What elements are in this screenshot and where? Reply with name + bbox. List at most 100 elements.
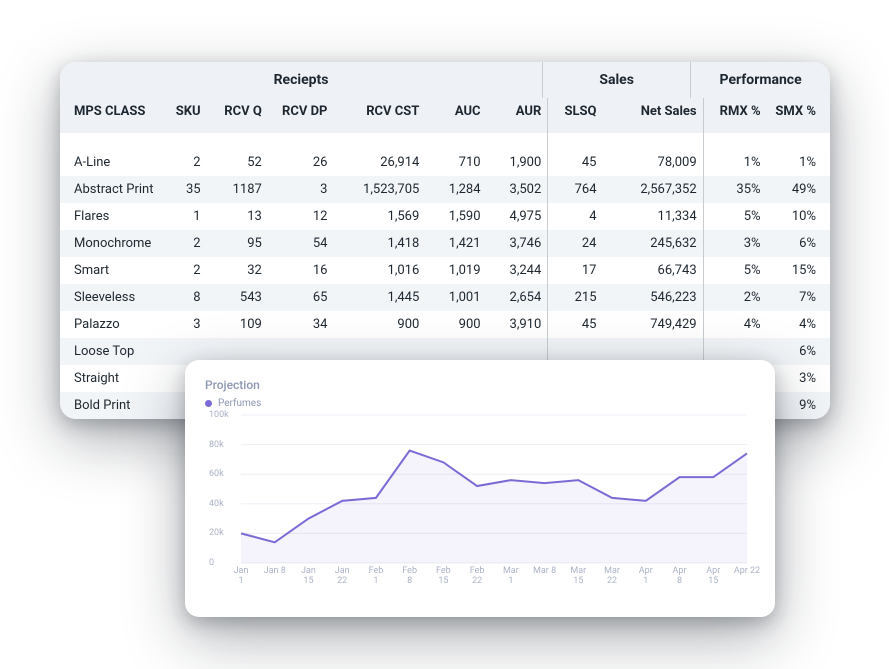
cell-sku: 8 <box>163 284 207 311</box>
x-tick-label: Apr 15 <box>698 567 728 587</box>
y-tick-label: 20k <box>209 528 224 538</box>
cell-rcvdp: 3 <box>268 176 334 203</box>
cell-auc: 710 <box>425 133 486 176</box>
header-mps-class[interactable]: MPS CLASS <box>60 98 163 133</box>
cell-auc: 1,019 <box>425 257 486 284</box>
cell-rcvcst: 26,914 <box>333 133 425 176</box>
cell-net_sales: 546,223 <box>603 284 704 311</box>
x-tick-label: Mar 8 <box>530 567 560 577</box>
legend-label: Perfumes <box>218 398 261 409</box>
x-tick-label: Apr 1 <box>631 567 661 587</box>
chart-svg <box>205 409 755 589</box>
y-tick-label: 60k <box>209 469 224 479</box>
cell-mps_class: A-Line <box>60 133 163 176</box>
y-tick-label: 40k <box>209 499 224 509</box>
header-aur[interactable]: AUR <box>487 98 548 133</box>
cell-smx: 6% <box>767 230 830 257</box>
cell-slsq: 4 <box>548 203 603 230</box>
chart-title: Projection <box>205 378 755 392</box>
table-header-row: MPS CLASS SKU RCV Q RCV DP RCV CST AUC A… <box>60 98 830 133</box>
cell-rcvcst: 1,523,705 <box>333 176 425 203</box>
cell-rmx: 1% <box>703 133 766 176</box>
header-net-sales[interactable]: Net Sales <box>603 98 704 133</box>
cell-slsq: 17 <box>548 257 603 284</box>
y-tick-label: 0 <box>209 558 214 568</box>
x-tick-label: Feb 15 <box>428 567 458 587</box>
cell-slsq: 45 <box>548 311 603 338</box>
cell-rmx: 2% <box>703 284 766 311</box>
cell-net_sales: 66,743 <box>603 257 704 284</box>
x-tick-label: Jan 8 <box>260 567 290 577</box>
y-tick-label: 100k <box>209 410 229 420</box>
header-sku[interactable]: SKU <box>163 98 207 133</box>
x-tick-label: Apr 8 <box>665 567 695 587</box>
cell-mps_class: Sleeveless <box>60 284 163 311</box>
cell-mps_class: Palazzo <box>60 311 163 338</box>
x-tick-label: Feb 22 <box>462 567 492 587</box>
header-rmx[interactable]: RMX % <box>703 98 766 133</box>
table-row[interactable]: Sleeveless8543651,4451,0012,654215546,22… <box>60 284 830 311</box>
chart-legend: Perfumes <box>205 398 755 409</box>
legend-dot-icon <box>205 400 212 407</box>
cell-rcvdp: 16 <box>268 257 334 284</box>
cell-net_sales: 11,334 <box>603 203 704 230</box>
cell-mps_class: Smart <box>60 257 163 284</box>
cell-aur: 3,746 <box>487 230 548 257</box>
cell-rcvdp: 26 <box>268 133 334 176</box>
cell-net_sales: 245,632 <box>603 230 704 257</box>
table-row[interactable]: Smart232161,0161,0193,2441766,7435%15% <box>60 257 830 284</box>
cell-auc: 1,001 <box>425 284 486 311</box>
x-tick-label: Feb 1 <box>361 567 391 587</box>
cell-sku: 1 <box>163 203 207 230</box>
cell-sku: 35 <box>163 176 207 203</box>
chart-plot-area[interactable]: 020k40k60k80k100kJan 1Jan 8Jan 15Jan 22F… <box>205 409 755 589</box>
cell-net_sales: 749,429 <box>603 311 704 338</box>
cell-sku: 2 <box>163 257 207 284</box>
cell-aur: 1,900 <box>487 133 548 176</box>
header-slsq[interactable]: SLSQ <box>548 98 603 133</box>
group-header-performance: Performance <box>691 62 830 98</box>
cell-sku: 2 <box>163 133 207 176</box>
header-rcvq[interactable]: RCV Q <box>207 98 268 133</box>
header-auc[interactable]: AUC <box>425 98 486 133</box>
header-rcvdp[interactable]: RCV DP <box>268 98 334 133</box>
cell-sku: 3 <box>163 311 207 338</box>
cell-smx: 9% <box>767 392 830 419</box>
cell-mps_class: Monochrome <box>60 230 163 257</box>
cell-mps_class: Abstract Print <box>60 176 163 203</box>
table-row[interactable]: A-Line2522626,9147101,9004578,0091%1% <box>60 133 830 176</box>
cell-mps_class: Bold Print <box>60 392 163 419</box>
cell-smx: 6% <box>767 338 830 365</box>
cell-rcvcst: 900 <box>333 311 425 338</box>
cell-mps_class: Flares <box>60 203 163 230</box>
table-row[interactable]: Flares113121,5691,5904,975411,3345%10% <box>60 203 830 230</box>
cell-aur: 3,910 <box>487 311 548 338</box>
cell-smx: 1% <box>767 133 830 176</box>
cell-rcvdp: 65 <box>268 284 334 311</box>
cell-smx: 3% <box>767 365 830 392</box>
x-tick-label: Mar 22 <box>597 567 627 587</box>
table-row[interactable]: Monochrome295541,4181,4213,74624245,6323… <box>60 230 830 257</box>
cell-rcvdp: 34 <box>268 311 334 338</box>
y-tick-label: 80k <box>209 440 224 450</box>
x-tick-label: Jan 22 <box>327 567 357 587</box>
table-row[interactable]: Abstract Print35118731,523,7051,2843,502… <box>60 176 830 203</box>
cell-rcvcst: 1,016 <box>333 257 425 284</box>
cell-rcvdp: 12 <box>268 203 334 230</box>
cell-auc: 900 <box>425 311 486 338</box>
cell-slsq: 45 <box>548 133 603 176</box>
cell-rcvcst: 1,445 <box>333 284 425 311</box>
group-header-receipts: Reciepts <box>60 62 543 98</box>
cell-rcvq: 13 <box>207 203 268 230</box>
cell-aur: 2,654 <box>487 284 548 311</box>
header-rcvcst[interactable]: RCV CST <box>333 98 425 133</box>
cell-auc: 1,590 <box>425 203 486 230</box>
header-smx[interactable]: SMX % <box>767 98 830 133</box>
cell-mps_class: Straight <box>60 365 163 392</box>
table-group-header-row: Reciepts Sales Performance <box>60 62 830 98</box>
cell-rmx: 5% <box>703 257 766 284</box>
table-row[interactable]: Palazzo3109349009003,91045749,4294%4% <box>60 311 830 338</box>
cell-smx: 4% <box>767 311 830 338</box>
x-tick-label: Apr 22 <box>732 567 762 577</box>
cell-smx: 49% <box>767 176 830 203</box>
